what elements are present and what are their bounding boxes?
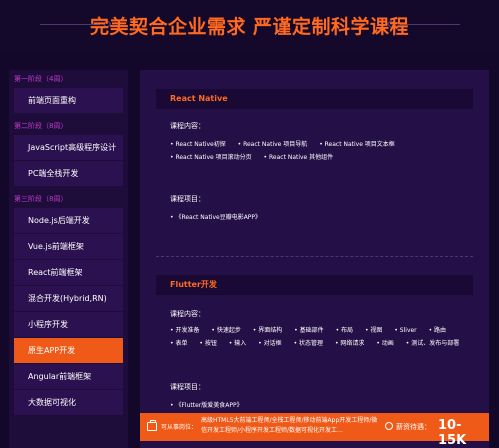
tag-item: • React Native 项目导航 [237, 141, 308, 148]
tag-item: • 视图 [364, 327, 383, 334]
tag-item: • 布局 [335, 327, 354, 334]
sidebar-item[interactable]: Node.js后端开发 [14, 208, 123, 233]
tag-item: • React Native 项目滚动分页 [170, 154, 252, 161]
section-divider [156, 256, 473, 257]
tag-item: • 界面结构 [252, 327, 283, 334]
project-name: • 《Flutter版爱美食APP》 [170, 402, 243, 409]
tag-item: • 测试、发布与部署 [405, 340, 460, 347]
tag-item: • 动画 [376, 340, 394, 347]
tag-item: • 基础部件 [294, 327, 324, 334]
tag-item: • 开发准备 [170, 327, 200, 334]
content-label: 课程内容： [170, 122, 205, 130]
sidebar-item[interactable]: JavaScript高级程序设计 [14, 135, 123, 160]
sidebar-item[interactable]: Angular前端框架 [14, 364, 123, 389]
sidebar-item[interactable]: 混合开发(Hybrid,RN) [14, 286, 123, 311]
sidebar-item-active[interactable]: 原生APP开发 [14, 338, 123, 363]
job-salary-bar: 可从事岗位： 高级HTML5大前端工程师/全栈工程师/移动前端App开发工程师/… [140, 413, 489, 448]
jobs-text: 高级HTML5大前端工程师/全栈工程师/移动前端App开发工程师/微信开发工程师… [201, 417, 378, 434]
project-label: 课程项目： [170, 195, 205, 203]
briefcase-icon [147, 420, 157, 431]
sidebar-item[interactable]: Vue.js前端框架 [14, 234, 123, 259]
section-title: React Native [156, 89, 473, 109]
page-title: 完美契合企业需求 严谨定制科学课程 [89, 16, 410, 38]
sidebar-item[interactable]: React前端框架 [14, 260, 123, 285]
stage-label: 第二阶段（8周） [14, 122, 68, 130]
salary-value: 10-15K [438, 418, 467, 448]
page-header: 完美契合企业需求 严谨定制科学课程 [0, 0, 499, 52]
section-title: Flutter开发 [156, 275, 473, 295]
tag-list: • React Native初探 • React Native 项目导航 • R… [170, 138, 475, 164]
sidebar-item[interactable]: 小程序开发 [14, 312, 123, 337]
course-sidebar: 第一阶段（4周） 前端页面重构 第二阶段（8周） JavaScript高级程序设… [9, 70, 128, 448]
jobs-label: 可从事岗位： [161, 424, 198, 431]
sidebar-item[interactable]: PC端全栈开发 [14, 161, 123, 186]
tag-item: • 快速起步 [211, 327, 241, 334]
salary-label: 薪资待遇： [396, 423, 431, 431]
tag-item: • 表单 [170, 340, 188, 347]
project-label: 课程项目： [170, 383, 205, 391]
tag-item: • 按钮 [199, 340, 217, 347]
course-content: React Native 课程内容： • React Native初探 • Re… [140, 70, 489, 448]
project-name: • 《React Native豆瓣电影APP》 [170, 214, 262, 221]
stage-label: 第三阶段（8周） [14, 195, 68, 203]
tag-item: • React Native 其他组件 [263, 154, 334, 161]
stage-label: 第一阶段（4周） [14, 75, 68, 83]
tag-item: • Sliver [394, 327, 417, 334]
tag-item: • 输入 [228, 340, 247, 347]
sidebar-item[interactable]: 前端页面重构 [14, 88, 123, 113]
sidebar-item[interactable]: 大数据可视化 [14, 390, 123, 415]
tag-item: • React Native初探 [170, 141, 226, 148]
tag-item: • 状态管理 [293, 340, 324, 347]
tag-item: • 路由 [428, 327, 447, 334]
tag-item: • 对话框 [258, 340, 282, 347]
tag-item: • React Native 项目文本框 [319, 141, 395, 148]
content-label: 课程内容： [170, 310, 205, 318]
salary-icon [385, 422, 393, 430]
tag-list: • 开发准备 • 快速起步 • 界面结构 • 基础部件 • 布局 • 视图 • … [170, 324, 475, 350]
tag-item: • 网络请求 [334, 340, 365, 347]
